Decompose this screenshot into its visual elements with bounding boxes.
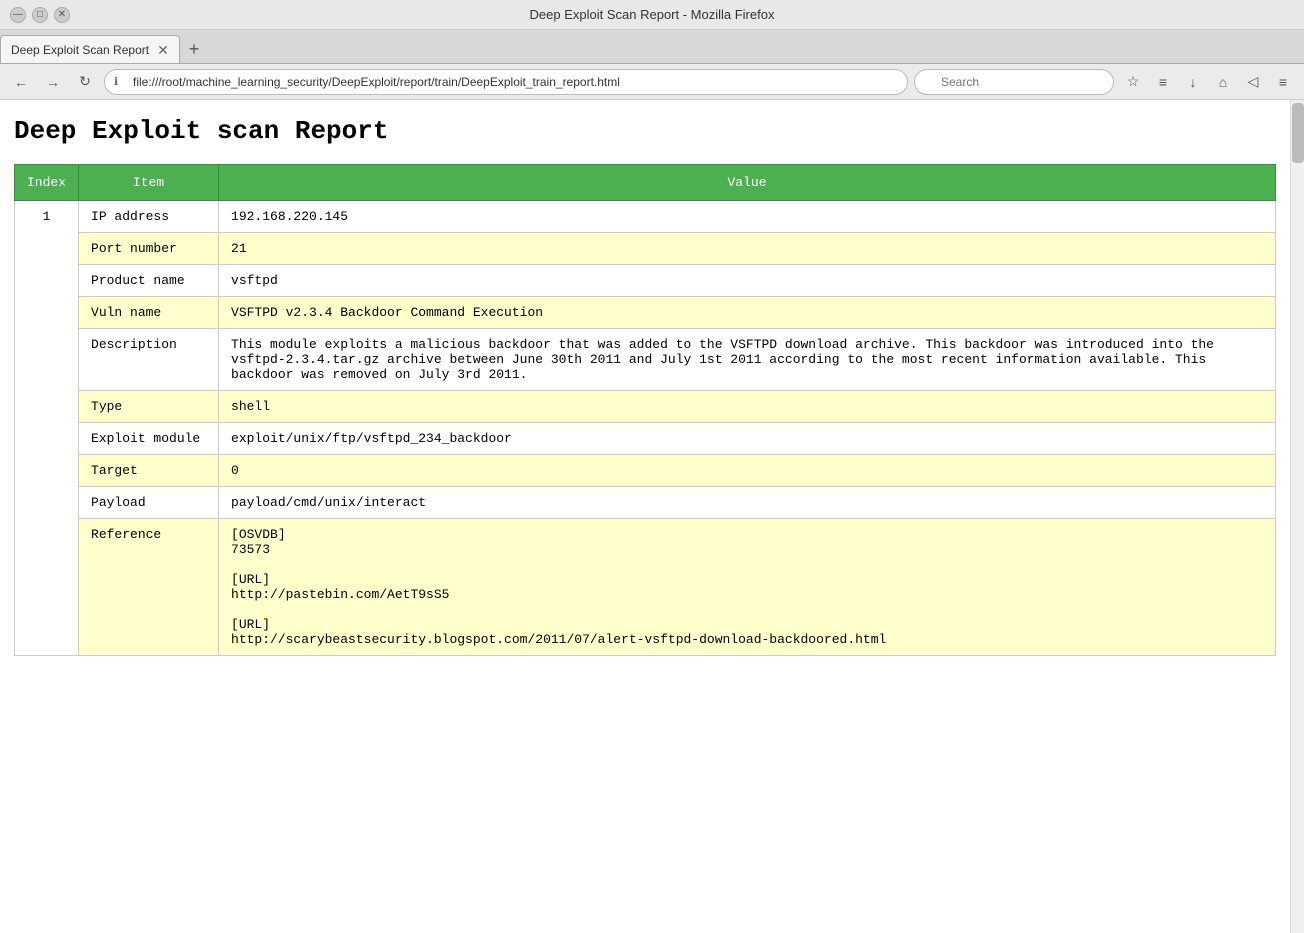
window-title: Deep Exploit Scan Report - Mozilla Firef… <box>70 7 1234 22</box>
active-tab[interactable]: Deep Exploit Scan Report ✕ <box>0 35 180 63</box>
value-cell: 192.168.220.145 <box>219 201 1276 233</box>
table-row: Reference[OSVDB] 73573 [URL] http://past… <box>15 519 1276 656</box>
download-icon[interactable]: ↓ <box>1180 69 1206 95</box>
value-cell: [OSVDB] 73573 [URL] http://pastebin.com/… <box>219 519 1276 656</box>
url-input[interactable] <box>104 69 908 95</box>
tab-close-button[interactable]: ✕ <box>157 43 169 57</box>
header-index: Index <box>15 165 79 201</box>
url-bar-wrapper[interactable]: ℹ <box>104 69 908 95</box>
search-input[interactable] <box>914 69 1114 95</box>
table-row: Port number21 <box>15 233 1276 265</box>
item-cell: Payload <box>79 487 219 519</box>
close-button[interactable]: ✕ <box>54 7 70 23</box>
maximize-button[interactable]: □ <box>32 7 48 23</box>
title-bar: — □ ✕ Deep Exploit Scan Report - Mozilla… <box>0 0 1304 30</box>
value-cell: exploit/unix/ftp/vsftpd_234_backdoor <box>219 423 1276 455</box>
reload-button[interactable]: ↻ <box>72 69 98 95</box>
toolbar-icons: ☆ ≡ ↓ ⌂ ◁ ≡ <box>1120 69 1296 95</box>
item-cell: IP address <box>79 201 219 233</box>
table-row: Product namevsftpd <box>15 265 1276 297</box>
item-cell: Vuln name <box>79 297 219 329</box>
value-cell: shell <box>219 391 1276 423</box>
value-cell: VSFTPD v2.3.4 Backdoor Command Execution <box>219 297 1276 329</box>
item-cell: Type <box>79 391 219 423</box>
item-cell: Target <box>79 455 219 487</box>
report-table: Index Item Value 1IP address192.168.220.… <box>14 164 1276 656</box>
table-row: DescriptionThis module exploits a malici… <box>15 329 1276 391</box>
table-row: Payloadpayload/cmd/unix/interact <box>15 487 1276 519</box>
browser-body: Deep Exploit scan Report Index Item Valu… <box>0 100 1304 933</box>
table-row: 1IP address192.168.220.145 <box>15 201 1276 233</box>
value-cell: payload/cmd/unix/interact <box>219 487 1276 519</box>
value-cell: vsftpd <box>219 265 1276 297</box>
table-row: Exploit moduleexploit/unix/ftp/vsftpd_23… <box>15 423 1276 455</box>
address-bar: ← → ↻ ℹ 🔍 ☆ ≡ ↓ ⌂ ◁ ≡ <box>0 64 1304 100</box>
forward-button[interactable]: → <box>40 69 66 95</box>
scrollbar-thumb[interactable] <box>1292 103 1304 163</box>
scrollbar-track[interactable] <box>1290 100 1304 933</box>
search-wrapper[interactable]: 🔍 <box>914 69 1114 95</box>
index-cell: 1 <box>15 201 79 656</box>
item-cell: Reference <box>79 519 219 656</box>
menu-icon[interactable]: ≡ <box>1270 69 1296 95</box>
page-title: Deep Exploit scan Report <box>14 116 1276 146</box>
item-cell: Exploit module <box>79 423 219 455</box>
new-tab-button[interactable]: + <box>180 35 208 63</box>
table-row: Typeshell <box>15 391 1276 423</box>
tab-bar: Deep Exploit Scan Report ✕ + <box>0 30 1304 64</box>
value-cell: 21 <box>219 233 1276 265</box>
pocket-icon[interactable]: ◁ <box>1240 69 1266 95</box>
page-content: Deep Exploit scan Report Index Item Valu… <box>0 100 1290 933</box>
header-item: Item <box>79 165 219 201</box>
value-cell: This module exploits a malicious backdoo… <box>219 329 1276 391</box>
minimize-button[interactable]: — <box>10 7 26 23</box>
item-cell: Product name <box>79 265 219 297</box>
table-row: Target0 <box>15 455 1276 487</box>
item-cell: Description <box>79 329 219 391</box>
value-cell: 0 <box>219 455 1276 487</box>
reader-view-icon[interactable]: ≡ <box>1150 69 1176 95</box>
home-icon[interactable]: ⌂ <box>1210 69 1236 95</box>
back-button[interactable]: ← <box>8 69 34 95</box>
item-cell: Port number <box>79 233 219 265</box>
window-controls[interactable]: — □ ✕ <box>10 7 70 23</box>
bookmark-icon[interactable]: ☆ <box>1120 69 1146 95</box>
header-value: Value <box>219 165 1276 201</box>
table-row: Vuln nameVSFTPD v2.3.4 Backdoor Command … <box>15 297 1276 329</box>
tab-label: Deep Exploit Scan Report <box>11 43 149 57</box>
